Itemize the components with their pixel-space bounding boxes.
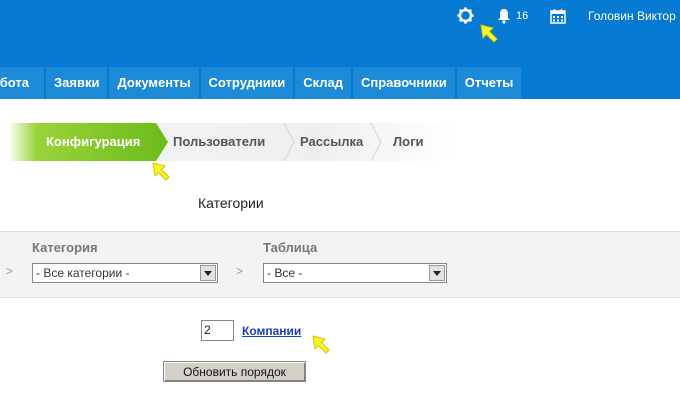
separator: >	[236, 264, 244, 278]
section-title: Категории	[198, 195, 264, 211]
update-order-button[interactable]: Обновить порядок	[163, 361, 306, 382]
separator: >	[6, 264, 14, 278]
tab-logs[interactable]: Логи	[393, 123, 423, 161]
nav-item-warehouse[interactable]: Склад	[295, 67, 351, 99]
nav-item-employees[interactable]: Сотрудники	[200, 67, 294, 99]
category-select[interactable]: - Все категории -	[32, 263, 218, 283]
top-header: 16 Головин Виктор Работа Заявки Документ…	[0, 0, 680, 99]
user-name[interactable]: Головин Виктор	[588, 9, 676, 23]
table-select[interactable]: - Все -	[263, 263, 447, 283]
chevron-right-icon	[370, 123, 382, 161]
category-select-value: - Все категории -	[36, 266, 130, 280]
sub-tabs: Конфигурация Пользователи Рассылка Логи	[8, 123, 453, 161]
tab-users[interactable]: Пользователи	[173, 123, 265, 161]
nav-item-requests[interactable]: Заявки	[46, 67, 108, 99]
tab-configuration[interactable]: Конфигурация	[8, 123, 168, 161]
chevron-down-icon[interactable]	[200, 265, 216, 281]
main-nav: Работа Заявки Документы Сотрудники Склад…	[0, 67, 523, 99]
filter-band: Категория > - Все категории - Таблица > …	[0, 231, 680, 298]
category-label: Категория	[32, 240, 98, 255]
cursor-arrow-icon	[480, 24, 498, 43]
table-select-value: - Все -	[267, 266, 303, 280]
cursor-arrow-icon	[152, 162, 170, 181]
nav-item-work[interactable]: Работа	[0, 67, 44, 99]
nav-item-documents[interactable]: Документы	[109, 67, 199, 99]
page: 16 Головин Виктор Работа Заявки Документ…	[0, 0, 680, 398]
nav-item-reports[interactable]: Отчеты	[456, 67, 522, 99]
tab-mailing[interactable]: Рассылка	[300, 123, 363, 161]
chevron-down-icon[interactable]	[429, 265, 445, 281]
notification-count: 16	[516, 10, 529, 22]
chevron-right-icon	[283, 123, 295, 161]
cursor-arrow-icon	[312, 335, 330, 354]
gear-icon[interactable]	[457, 7, 474, 24]
company-link[interactable]: Компании	[242, 324, 301, 338]
table-label: Таблица	[263, 240, 318, 255]
nav-item-references[interactable]: Справочники	[353, 67, 455, 99]
calendar-icon[interactable]	[550, 8, 566, 24]
order-input[interactable]: 2	[201, 320, 234, 341]
